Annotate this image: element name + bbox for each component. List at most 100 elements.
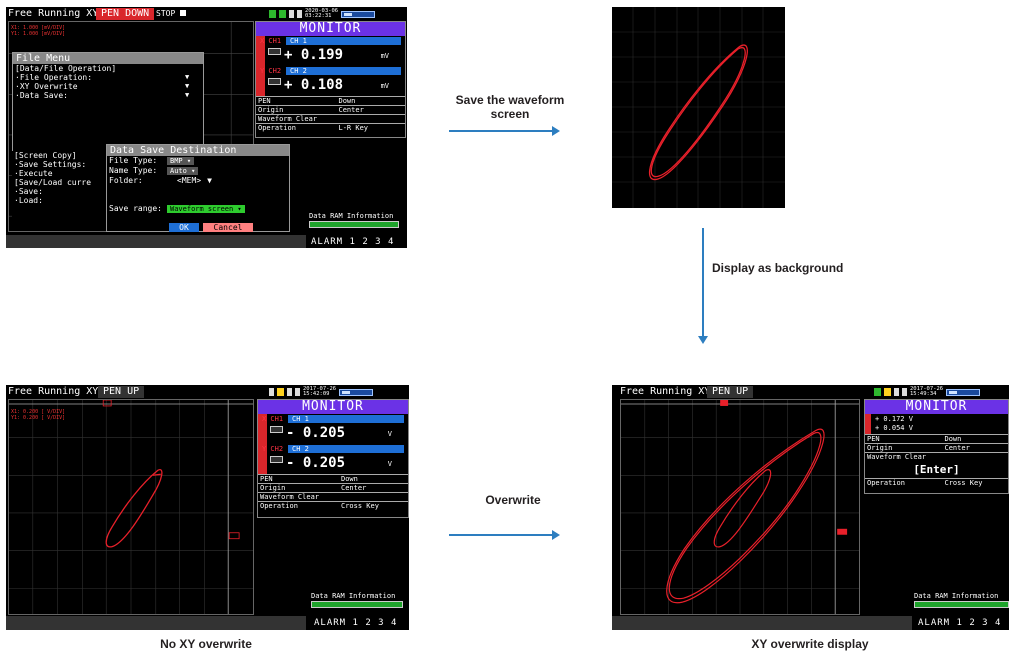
menu-item-file-operation[interactable]: ·File Operation: ▼: [13, 73, 203, 82]
lock-icon: [287, 388, 292, 396]
channel-value: + 0.199: [284, 47, 344, 63]
enter-button[interactable]: [Enter]: [865, 462, 1008, 478]
dropdown-icon: ▼: [185, 91, 190, 99]
setting-row[interactable]: Waveform Clear: [258, 492, 408, 501]
stop-status: STOP: [156, 9, 187, 18]
menu-item-save[interactable]: ·Save:: [12, 187, 110, 196]
name-type-select[interactable]: Auto ▾: [167, 167, 199, 175]
setting-row[interactable]: Origin Center: [258, 483, 408, 492]
channel-value: + 0.108: [284, 77, 344, 93]
save-range-label: Save range:: [109, 204, 162, 213]
input-type-icon: [268, 48, 281, 55]
datetime: 2017-07-26 15:49:34: [910, 385, 944, 397]
battery-icon: [339, 388, 374, 396]
waveform-trace: [648, 44, 748, 181]
monitor-channel-y: Y CH2 CH 2 - 0.205 V: [258, 444, 408, 474]
memory-icon: [874, 388, 881, 396]
dropdown-icon: ▼: [185, 73, 190, 81]
memory-icon: [269, 10, 276, 18]
menu-item-load[interactable]: ·Load:: [12, 196, 110, 205]
name-type-label: Name Type:: [109, 166, 158, 175]
screen-xy-overwrite: Free Running XY PEN UP 2017-07-26 15:49:3…: [612, 385, 1009, 630]
screen-copy-section: [Screen Copy]: [14, 151, 77, 160]
mode-label: Free Running XY: [8, 386, 99, 397]
folder-select[interactable]: <MEM> ▼: [177, 176, 212, 185]
monitor-settings: PEN Down Origin Center Waveform Clear [Ent…: [865, 434, 1008, 487]
battery-icon: [341, 10, 376, 18]
ok-button[interactable]: OK: [169, 223, 199, 232]
display-background-label: Display as background: [712, 261, 844, 275]
monitor-title: MONITOR: [256, 22, 405, 36]
file-menu-title: File Menu: [13, 53, 203, 64]
arrow-right-icon: [449, 530, 560, 540]
setting-row[interactable]: PEN Down: [258, 474, 408, 483]
monitor-title: MONITOR: [258, 400, 408, 414]
ram-label: Data RAM Information: [914, 592, 999, 600]
channel-name: X CH1: [262, 415, 284, 423]
usb-icon: [884, 388, 891, 396]
monitor-settings: PEN Down Origin Center Waveform Clear Oper…: [256, 96, 405, 132]
caption-overwrite-display: XY overwrite display: [751, 637, 869, 651]
monitor-title: MONITOR: [865, 400, 1008, 414]
lock-icon: [289, 10, 294, 18]
monitor-channel-x: X CH1 CH 1 - 0.205 V: [258, 414, 408, 444]
usb-icon: [279, 10, 286, 18]
save-load-section: [Save/Load curre: [14, 178, 92, 187]
monitor-channel-y: Y CH2 CH 2 + 0.108 mV: [256, 66, 405, 96]
channel-y-value: + 0.054 V: [875, 424, 913, 432]
channel-tag: CH 2: [286, 67, 401, 75]
system-status: 2017-07-26 15:42:09: [269, 386, 374, 398]
alarm-indicator: ALARM 1 2 3 4: [314, 618, 398, 628]
menu-item-save-settings[interactable]: ·Save Settings:: [12, 160, 110, 169]
xy-plot-area: [620, 399, 860, 615]
bottom-bar: [612, 616, 912, 630]
alarm-indicator: ALARM 1 2 3 4: [918, 618, 1002, 628]
status-bar: Free Running XY PEN DOWN STOP 2020-03-06…: [6, 7, 407, 21]
status-bar: Free Running XY PEN UP 2017-07-26 15:49:3…: [612, 385, 1009, 399]
setting-row[interactable]: Operation Cross Key: [865, 478, 1008, 487]
monitor-panel: MONITOR X CH1 CH 1 + 0.199 mV Y CH2 CH 2…: [255, 21, 406, 138]
setting-row[interactable]: PEN Down: [865, 434, 1008, 443]
setting-row[interactable]: Origin Center: [256, 105, 405, 114]
save-range-select[interactable]: Waveform screen ▾: [167, 205, 245, 213]
setting-row[interactable]: Operation L-R Key: [256, 123, 405, 132]
setting-row[interactable]: Operation Cross Key: [258, 501, 408, 510]
setting-row[interactable]: Origin Center: [865, 443, 1008, 452]
channel-unit: V: [387, 430, 392, 438]
monitor-panel: MONITOR + 0.172 V + 0.054 V PEN Down Orig…: [864, 399, 1009, 494]
xy-waveform: [9, 400, 253, 614]
saved-waveform: [612, 7, 785, 208]
file-menu: File Menu [Data/File Operation] ·File Op…: [12, 52, 204, 152]
arrow-right-icon: [449, 126, 560, 136]
setting-row[interactable]: Waveform Clear: [256, 114, 405, 123]
network-icon: [297, 10, 302, 18]
channel-name: X CH1: [260, 37, 282, 45]
saved-waveform-screen: [612, 7, 785, 208]
monitor-settings: PEN Down Origin Center Waveform Clear Oper…: [258, 474, 408, 510]
ram-label: Data RAM Information: [311, 592, 396, 600]
menu-item-xy-overwrite[interactable]: ·XY Overwrite ▼: [13, 82, 203, 91]
status-bar: Free Running XY PEN UP 2017-07-26 15:42:0…: [6, 385, 409, 399]
file-type-select[interactable]: BMP ▾: [167, 157, 195, 165]
input-type-icon: [270, 456, 283, 463]
bottom-bar: [6, 235, 306, 248]
channel-name: Y CH2: [262, 445, 284, 453]
menu-item-execute[interactable]: ·Execute: [12, 169, 110, 178]
save-waveform-label: Save the waveform screen: [455, 93, 565, 121]
scale-readout: X1: 1.000 [mV/DIV] Y1: 1.000 [mV/DIV]: [11, 25, 66, 37]
channel-tag: CH 1: [286, 37, 401, 45]
file-menu-section: [Data/File Operation]: [15, 64, 117, 73]
setting-row[interactable]: PEN Down: [256, 96, 405, 105]
folder-label: Folder:: [109, 176, 143, 185]
cancel-button[interactable]: Cancel: [203, 223, 253, 232]
datetime: 2020-03-06 03:22:31: [305, 7, 339, 19]
menu-item-data-save[interactable]: ·Data Save: ▼: [13, 91, 203, 100]
data-ram-info: Data RAM Information: [914, 592, 1009, 608]
ram-bar: [914, 601, 1009, 608]
usb-icon: [277, 388, 284, 396]
screen-no-overwrite: Free Running XY PEN UP 2017-07-26 15:42:0…: [6, 385, 409, 630]
waveform-trace: [105, 468, 163, 548]
scale-readout: X1: 0.200 [ V/DIV] Y1: 0.200 [ V/DIV]: [11, 409, 66, 421]
file-type-label: File Type:: [109, 156, 158, 165]
xy-waveform: [621, 400, 859, 614]
